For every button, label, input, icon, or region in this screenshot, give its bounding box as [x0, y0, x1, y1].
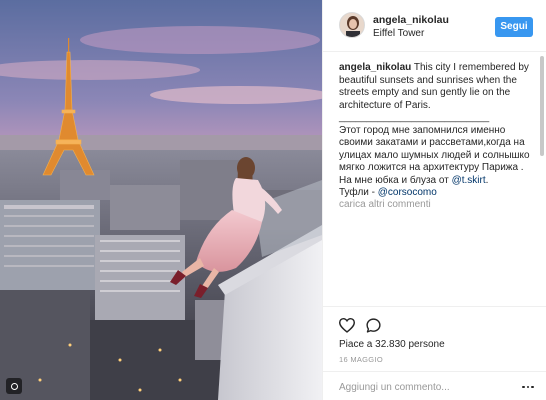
likes-count[interactable]: Piace a 32.830 persone [339, 339, 445, 350]
caption-ru-2: На мне юбка и блуза от @t.skirt. [339, 175, 535, 188]
post-sidebar: angela_nikolau Eiffel Tower Segui angela… [322, 0, 546, 400]
user-tag-icon[interactable] [6, 378, 22, 394]
post-date: 16 MAGGIO [339, 355, 383, 364]
post-photo[interactable] [0, 0, 322, 400]
caption-username[interactable]: angela_nikolau [339, 62, 411, 73]
comment-input[interactable] [339, 378, 509, 396]
caption-ru-2-suffix: . [485, 174, 489, 186]
paris-rooftop-image [0, 0, 322, 400]
avatar[interactable] [339, 12, 365, 38]
caption-ru-3: Туфли - @corsocomo [339, 187, 535, 200]
ellipsis-icon[interactable] [519, 378, 537, 396]
post-actions: Piace a 32.830 persone 16 MAGGIO [323, 306, 546, 400]
caption-ru-2-text: На мне юбка и блуза от [339, 174, 452, 186]
comments-scrollbar[interactable] [540, 56, 544, 156]
corsocomo-link[interactable]: @corsocomo [378, 187, 437, 198]
caption-ru-1: Этот город мне запомнился именно своими … [339, 124, 530, 174]
caption-en: angela_nikolau This city I remembered by… [339, 62, 535, 112]
header-location[interactable]: Eiffel Tower [373, 28, 424, 39]
heart-icon[interactable] [337, 315, 357, 335]
header-username[interactable]: angela_nikolau [373, 14, 449, 26]
caption-ru-3-text: Туфли - [339, 187, 378, 198]
caption-separator: ___________________________ [339, 112, 490, 123]
caption: angela_nikolau This city I remembered by… [339, 62, 535, 200]
load-more-comments[interactable]: carica altri commenti [339, 199, 431, 210]
add-comment-bar [323, 371, 546, 400]
comment-bubble-icon[interactable] [363, 315, 383, 335]
tskirt-link[interactable]: @t.skirt [452, 175, 486, 186]
follow-button[interactable]: Segui [495, 17, 533, 37]
post-header: angela_nikolau Eiffel Tower Segui [323, 0, 546, 52]
